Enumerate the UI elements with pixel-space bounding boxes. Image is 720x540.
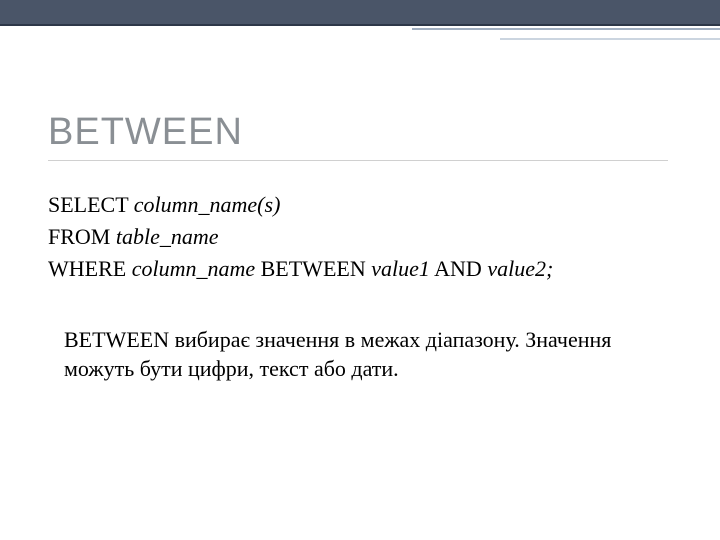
sql-syntax-block: SELECT column_name(s) FROM table_name WH… [48, 189, 680, 285]
sql-identifier: value1 [371, 256, 430, 281]
sql-line-1: SELECT column_name(s) [48, 189, 680, 221]
sql-identifier: value2; [487, 256, 553, 281]
page-title: BETWEEN [48, 111, 680, 154]
sql-identifier: column_name(s) [134, 192, 281, 217]
sql-keyword: FROM [48, 224, 116, 249]
title-underline [48, 160, 668, 161]
sql-line-3: WHERE column_name BETWEEN value1 AND val… [48, 253, 680, 285]
sql-identifier: column_name [132, 256, 255, 281]
sql-keyword: BETWEEN [255, 256, 371, 281]
slide-content: BETWEEN SELECT column_name(s) FROM table… [0, 26, 720, 384]
sql-identifier: table_name [116, 224, 219, 249]
sql-keyword: WHERE [48, 256, 132, 281]
description-text: BETWEEN вибирає значення в межах діапазо… [48, 325, 648, 384]
accent-lines [400, 28, 720, 40]
sql-keyword: AND [430, 256, 487, 281]
sql-keyword: SELECT [48, 192, 134, 217]
top-bar [0, 0, 720, 26]
sql-line-2: FROM table_name [48, 221, 680, 253]
